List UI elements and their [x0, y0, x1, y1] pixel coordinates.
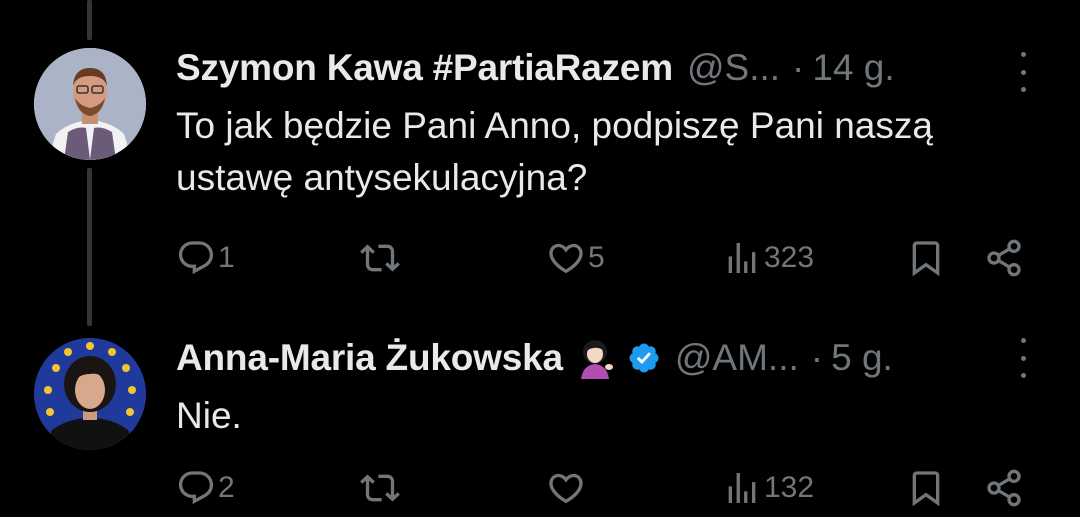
tweet-text: Nie.	[176, 390, 1036, 442]
share-button[interactable]	[984, 234, 1024, 282]
woman-tipping-hand-emoji-icon	[580, 340, 613, 379]
reply-button[interactable]: 1	[176, 234, 235, 282]
separator: ·	[792, 47, 805, 88]
retweet-icon	[360, 474, 400, 502]
like-button[interactable]	[546, 464, 588, 512]
timestamp[interactable]: 5 g.	[831, 337, 893, 379]
like-count: 5	[588, 241, 605, 274]
heart-icon	[549, 473, 583, 504]
tweet-header: Anna-Maria Żukowska @AM... · 5 g.	[176, 334, 893, 382]
tweet-text-line: Nie.	[176, 395, 242, 436]
avatar-image	[34, 338, 146, 450]
avatar[interactable]	[34, 48, 146, 160]
bookmark-button[interactable]	[906, 234, 946, 282]
action-bar: 1 5 323	[176, 234, 1036, 282]
views-button[interactable]: 132	[722, 464, 814, 512]
view-count: 323	[764, 241, 815, 274]
reply-button[interactable]: 2	[176, 464, 235, 512]
tweet[interactable]: Szymon Kawa #PartiaRazem @S... · 14 g. T…	[0, 0, 1080, 310]
view-count: 132	[764, 471, 815, 504]
tweet-text: To jak będzie Pani Anno, podpiszę Pani n…	[176, 100, 1036, 204]
action-bar: 2 132	[176, 464, 1036, 512]
handle[interactable]: @S...	[687, 47, 780, 89]
bookmark-icon	[912, 471, 940, 507]
share-icon	[987, 469, 1021, 507]
share-icon	[987, 239, 1021, 277]
verified-badge-icon[interactable]	[627, 341, 661, 375]
views-icon	[728, 473, 756, 503]
more-options-icon[interactable]	[1018, 338, 1028, 378]
avatar-image	[34, 48, 146, 160]
reply-icon	[178, 241, 214, 275]
display-name[interactable]: Anna-Maria Żukowska	[176, 337, 563, 379]
share-button[interactable]	[984, 464, 1024, 512]
more-options-icon[interactable]	[1018, 52, 1028, 92]
display-name[interactable]: Szymon Kawa #PartiaRazem	[176, 47, 673, 89]
views-button[interactable]: 323	[722, 234, 814, 282]
bookmark-icon	[912, 241, 940, 277]
timestamp[interactable]: 14 g.	[812, 47, 894, 89]
avatar[interactable]	[34, 338, 146, 450]
heart-icon	[549, 243, 583, 274]
separator: ·	[810, 337, 824, 378]
tweet-header: Szymon Kawa #PartiaRazem @S... · 14 g.	[176, 44, 895, 92]
reply-count: 1	[218, 241, 235, 274]
tweet[interactable]: Anna-Maria Żukowska @AM... · 5 g. Nie. 2	[0, 310, 1080, 517]
views-icon	[728, 243, 756, 273]
retweet-button[interactable]	[360, 234, 402, 282]
reply-count: 2	[218, 471, 235, 504]
handle[interactable]: @AM...	[675, 337, 799, 379]
reply-icon	[178, 471, 214, 505]
like-button[interactable]: 5	[546, 234, 605, 282]
bookmark-button[interactable]	[906, 464, 946, 512]
tweet-text-line: To jak będzie Pani Anno, podpiszę Pani n…	[176, 105, 933, 146]
tweet-text-line: ustawę antysekulacyjna?	[176, 157, 588, 198]
retweet-button[interactable]	[360, 464, 402, 512]
retweet-icon	[360, 244, 400, 272]
